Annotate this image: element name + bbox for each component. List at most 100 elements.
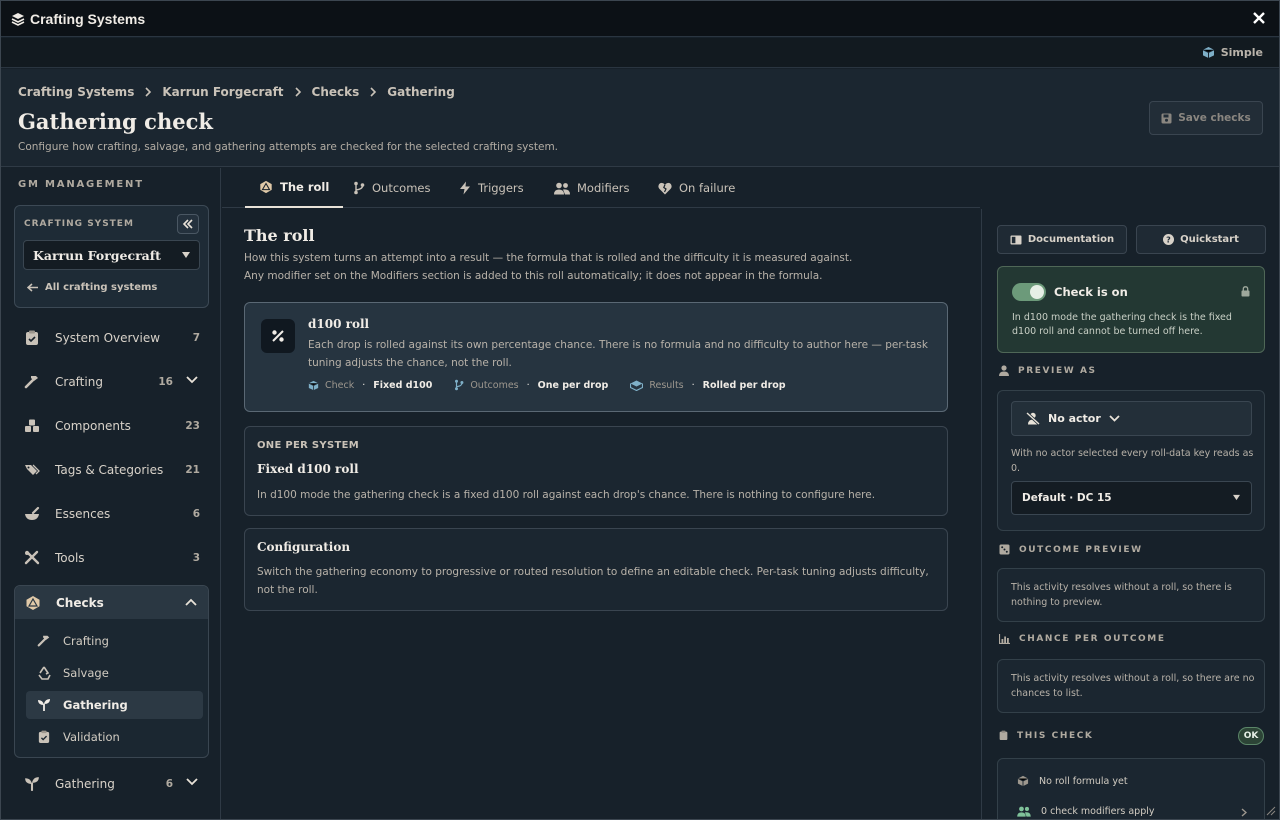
- system-card-text: In d100 mode the gathering check is a fi…: [257, 489, 876, 501]
- this-check-label: THIS CHECK: [1017, 730, 1094, 741]
- tab-the-roll[interactable]: The roll: [245, 168, 344, 208]
- sidebar-item-label: System Overview: [55, 331, 161, 345]
- user-slash-icon: [1026, 412, 1040, 425]
- sidebar-item-label: Components: [55, 419, 131, 433]
- crafting-system-label: CRAFTING SYSTEM: [24, 219, 134, 229]
- sidebar-subitem-validation[interactable]: Validation: [26, 723, 203, 751]
- roll-card: d100 roll Each drop is rolled against it…: [244, 302, 948, 412]
- preview-as-heading: PREVIEW AS: [999, 365, 1097, 376]
- save-icon: [1161, 113, 1172, 124]
- clipboard-icon: [999, 730, 1008, 741]
- actor-select[interactable]: No actor: [1011, 401, 1252, 436]
- sidebar-item-system-overview[interactable]: System Overview 7: [14, 320, 209, 356]
- sidebar-item-tags-categories[interactable]: Tags & Categories 21: [14, 452, 209, 488]
- tab-outcomes[interactable]: Outcomes: [353, 168, 430, 208]
- chance-per-outcome-heading: CHANCE PER OUTCOME: [999, 634, 1166, 644]
- sidebar-item-count: 23: [185, 420, 200, 432]
- tab-on-failure[interactable]: On failure: [658, 168, 735, 208]
- tab-modifiers[interactable]: Modifiers: [554, 168, 630, 208]
- chevron-up-icon[interactable]: [185, 598, 197, 606]
- cube-icon: [1202, 46, 1215, 59]
- sidebar-item-crafting[interactable]: Crafting 16: [14, 364, 209, 400]
- lock-icon: [1241, 286, 1250, 297]
- help-circle-icon: ?: [1163, 234, 1175, 245]
- app-window: Crafting Systems Simple Crafting Systems…: [0, 0, 1280, 820]
- this-check-modifiers-line[interactable]: 0 check modifiers apply: [1017, 806, 1247, 817]
- recycle-icon: [37, 666, 51, 680]
- sidebar-item-components[interactable]: Components 23: [14, 408, 209, 444]
- main-content: The roll How this system turns an attemp…: [222, 209, 980, 819]
- tab-label: The roll: [280, 180, 330, 194]
- sidebar-item-tools[interactable]: Tools 3: [14, 540, 209, 576]
- sidebar-subitem-crafting[interactable]: Crafting: [26, 627, 203, 655]
- hammer-icon: [37, 634, 51, 648]
- roll-card-meta: Check · Fixed d100 Outcomes · One per dr…: [308, 379, 786, 391]
- outcome-preview-heading: OUTCOME PREVIEW: [999, 544, 1143, 555]
- quickstart-label: Quickstart: [1180, 234, 1239, 245]
- d20-icon: [259, 180, 273, 194]
- breadcrumb: Crafting Systems Karrun Forgecraft Check…: [18, 85, 455, 99]
- sidebar-section-label: GM MANAGEMENT: [18, 179, 144, 190]
- breadcrumb-item[interactable]: Crafting Systems: [18, 85, 134, 99]
- this-check-formula-line: No roll formula yet: [1017, 775, 1128, 787]
- crafting-system-value: Karrun Forgecraft: [33, 247, 161, 263]
- sidebar-item-checks[interactable]: Checks: [15, 586, 208, 619]
- chance-per-outcome-text: This activity resolves without a roll, s…: [1011, 673, 1255, 699]
- caret-down-icon: [1232, 494, 1241, 501]
- sidebar-item-count: 3: [192, 552, 200, 564]
- crafting-system-card: CRAFTING SYSTEM Karrun Forgecraft All cr…: [14, 205, 209, 308]
- roll-card-title: d100 roll: [308, 317, 370, 331]
- page-title: Gathering check: [18, 109, 213, 134]
- resize-grip-icon[interactable]: [1266, 806, 1276, 816]
- tools-icon: [24, 550, 40, 566]
- outcome-preview-text: This activity resolves without a roll, s…: [1011, 582, 1232, 608]
- tab-triggers[interactable]: Triggers: [459, 168, 524, 208]
- title-bar: Crafting Systems: [1, 1, 1279, 37]
- tags-icon: [24, 462, 40, 478]
- preview-as-note: With no actor selected every roll-data k…: [1011, 448, 1254, 474]
- chevron-down-icon[interactable]: [186, 778, 198, 786]
- branch-icon: [454, 379, 464, 391]
- quickstart-button[interactable]: ? Quickstart: [1136, 225, 1266, 254]
- hammer-icon: [24, 374, 40, 390]
- close-icon[interactable]: [1251, 10, 1267, 26]
- difficulty-select[interactable]: Default · DC 15: [1011, 481, 1252, 515]
- seedling-icon: [24, 776, 40, 792]
- sidebar-item-label: Tags & Categories: [55, 463, 164, 477]
- sidebar-item-essences[interactable]: Essences 6: [14, 496, 209, 532]
- bar-chart-icon: [999, 634, 1010, 644]
- save-checks-button[interactable]: Save checks: [1149, 101, 1263, 135]
- sidebar-item-label: Essences: [55, 507, 111, 521]
- collapse-sidebar-button[interactable]: [177, 214, 199, 234]
- breadcrumb-item[interactable]: Karrun Forgecraft: [162, 85, 283, 99]
- chevron-right-icon: [369, 87, 377, 97]
- sidebar-subitem-gathering[interactable]: Gathering: [26, 691, 203, 719]
- check-toggle[interactable]: [1012, 283, 1046, 301]
- heart-crack-icon: [658, 182, 672, 195]
- seedling-icon: [37, 698, 51, 712]
- configuration-card-title: Configuration: [257, 540, 351, 554]
- breadcrumb-item[interactable]: Checks: [312, 85, 360, 99]
- mode-bar: Simple: [1, 38, 1279, 68]
- chevron-down-icon[interactable]: [186, 376, 198, 384]
- sidebar-subitem-salvage[interactable]: Salvage: [26, 659, 203, 687]
- chevron-right-icon: [1241, 808, 1247, 817]
- preview-as-label: PREVIEW AS: [1018, 365, 1097, 376]
- tab-label: Modifiers: [577, 181, 630, 195]
- sidebar-subitem-label: Crafting: [63, 634, 109, 648]
- sidebar-item-label: Checks: [56, 595, 104, 610]
- svg-text:?: ?: [1166, 235, 1171, 244]
- breadcrumb-item-current: Gathering: [387, 85, 455, 99]
- tab-label: Triggers: [478, 181, 524, 195]
- difficulty-select-value: Default · DC 15: [1022, 492, 1112, 504]
- layers-icon: [11, 12, 25, 26]
- documentation-button[interactable]: Documentation: [997, 225, 1127, 254]
- sidebar-item-gathering[interactable]: Gathering 6: [14, 766, 209, 802]
- mode-toggle[interactable]: Simple: [1202, 46, 1263, 59]
- crafting-system-select[interactable]: Karrun Forgecraft: [23, 240, 200, 270]
- section-title: The roll: [244, 226, 315, 245]
- arrow-left-icon: [27, 283, 39, 292]
- check-status-card: Check is on In d100 mode the gathering c…: [997, 266, 1265, 353]
- all-crafting-systems-link[interactable]: All crafting systems: [27, 282, 157, 293]
- users-icon: [1017, 806, 1031, 817]
